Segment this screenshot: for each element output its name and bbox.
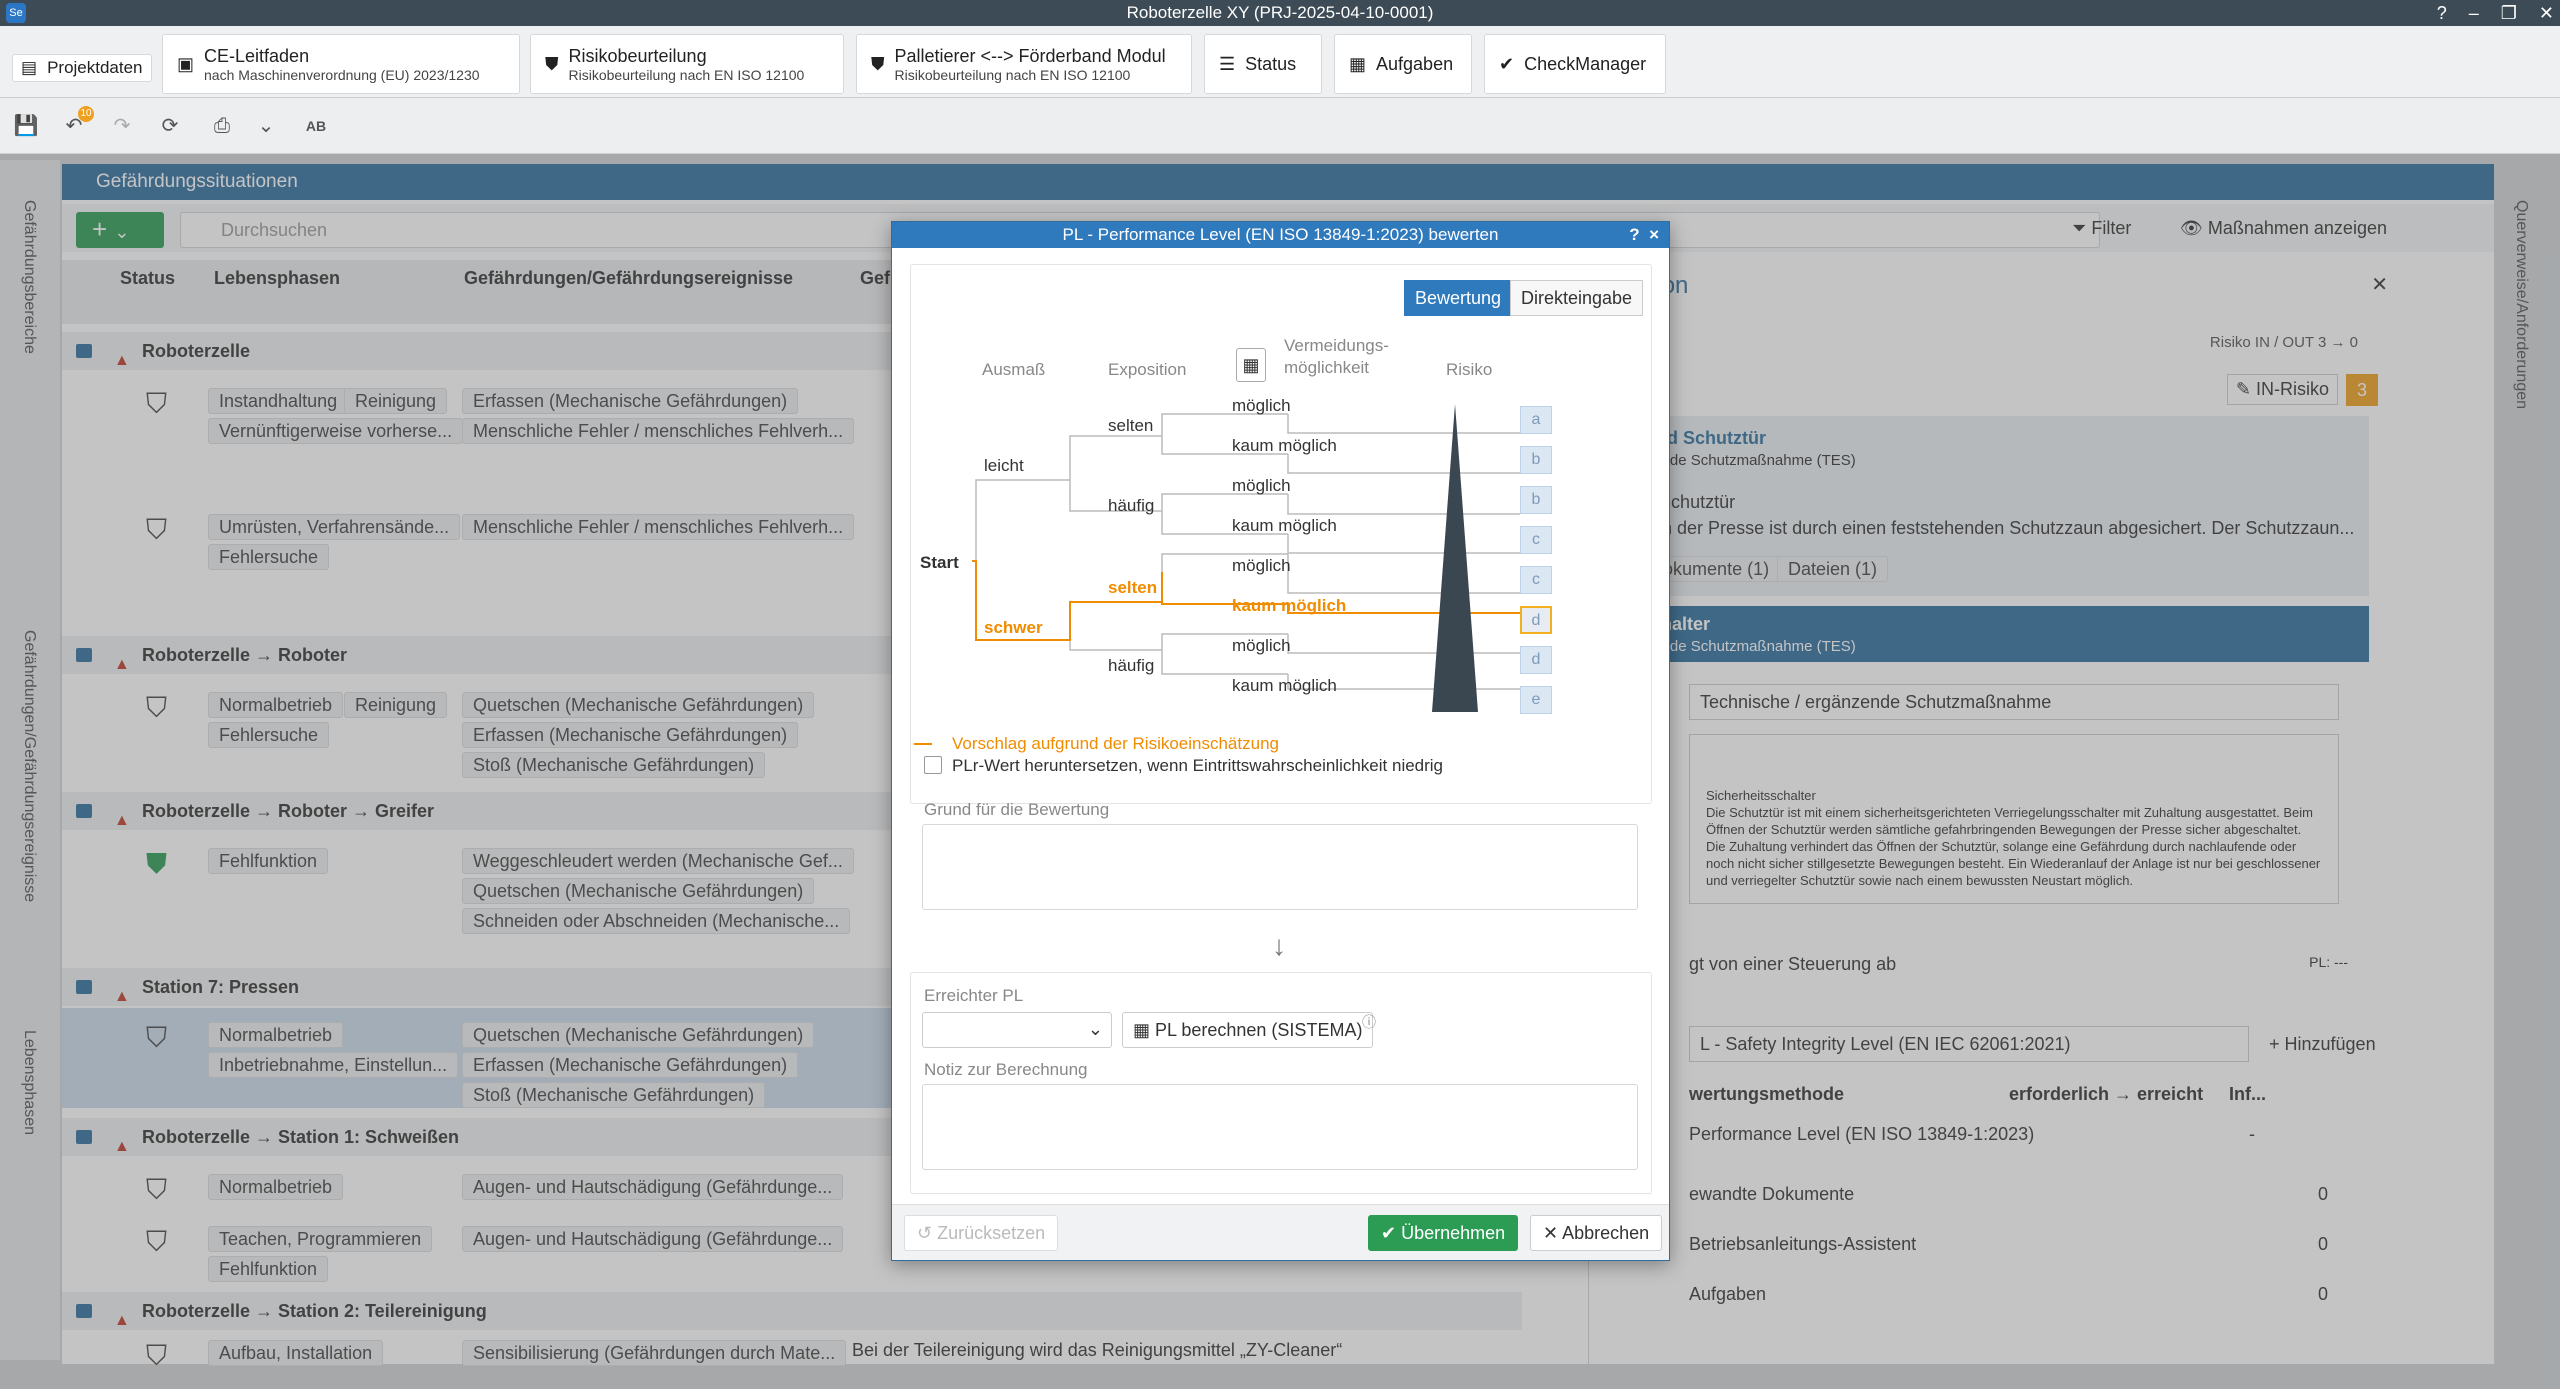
level-box: c	[1520, 526, 1552, 554]
tab-label: Status	[1245, 53, 1297, 74]
tab-risikobeurteilung[interactable]: ⛊ Risikobeurteilung Risikobeurteilung nach…	[530, 34, 844, 94]
option-selten[interactable]: selten	[1108, 416, 1153, 436]
tab-label: Palletierer <--> Förderband Modul	[894, 45, 1166, 66]
pl-dialog: PL - Performance Level (EN ISO 13849-1:2…	[891, 221, 1670, 1261]
calc-pl-button[interactable]: ▦ PL berechnen (SISTEMA)	[1122, 1012, 1374, 1048]
arrow-down-icon: ↓	[1272, 930, 1286, 961]
spellcheck-icon[interactable]: AB	[300, 110, 332, 142]
option-leicht[interactable]: leicht	[984, 456, 1024, 476]
tab-sublabel: nach Maschinenverordnung (EU) 2023/1230	[204, 66, 480, 83]
tab-checkmanager[interactable]: ✔ CheckManager	[1484, 34, 1666, 94]
close-icon[interactable]: ✕	[2539, 0, 2554, 26]
level-box: b	[1520, 486, 1552, 514]
tab-bar: ▤ Projektdaten ▣ CE-Leitfaden nach Maschine…	[0, 26, 2560, 98]
tab-label: CE-Leitfaden	[204, 45, 310, 66]
tab-ce-leitfaden[interactable]: ▣ CE-Leitfaden nach Maschinenverordnung (E…	[162, 34, 520, 94]
book-icon: ▣	[177, 53, 195, 74]
list-icon: ☰	[1219, 53, 1236, 74]
main-toolbar: 💾 ↶ 10 ↷ ⟳ ⎙ ⌄ AB	[0, 98, 2560, 154]
legend-text: Vorschlag aufgrund der Risikoeinschätzun…	[952, 734, 1279, 753]
tab-projektdaten[interactable]: ▤ Projektdaten	[12, 54, 152, 82]
dialog-footer: ↺ Zurücksetzen ✔ Übernehmen ✕ Abbrechen	[892, 1204, 1669, 1260]
option-moeglich[interactable]: möglich	[1232, 636, 1291, 656]
reason-label: Grund für die Bewertung	[924, 800, 1110, 819]
chevron-down-icon[interactable]: ⌄	[250, 110, 282, 142]
tab-sublabel: Risikobeurteilung nach EN ISO 12100	[568, 66, 805, 83]
achieved-label: Erreichter PL	[924, 986, 1024, 1005]
shield-icon: ⛊	[871, 53, 885, 74]
tab-aufgaben[interactable]: ▦ Aufgaben	[1334, 34, 1472, 94]
minimize-icon[interactable]: –	[2469, 0, 2479, 26]
chevron-down-icon: ⌄	[1087, 1019, 1103, 1039]
calc-pl-label: PL berechnen (SISTEMA)	[1155, 1020, 1363, 1040]
level-box-selected: d	[1520, 606, 1552, 634]
lower-plr-checkbox[interactable]	[924, 756, 942, 774]
app-logo: Se	[6, 3, 26, 23]
note-field[interactable]	[922, 1084, 1638, 1170]
document-icon: ▤	[21, 58, 38, 77]
option-kaum-selected[interactable]: kaum möglich	[1232, 596, 1346, 616]
undo-count-badge: 10	[78, 106, 94, 122]
note-label: Notiz zur Berechnung	[924, 1060, 1088, 1079]
option-schwer[interactable]: schwer	[984, 618, 1043, 638]
lower-plr-label: PLr-Wert heruntersetzen, wenn Eintrittsw…	[952, 756, 1444, 775]
tab-status[interactable]: ☰ Status	[1204, 34, 1322, 94]
reason-field[interactable]	[922, 824, 1638, 910]
info-icon[interactable]: ⓘ	[1362, 1012, 1376, 1032]
level-box: a	[1520, 406, 1552, 434]
maximize-icon[interactable]: ❐	[2501, 0, 2517, 26]
cancel-button[interactable]: ✕ Abbrechen	[1530, 1215, 1663, 1251]
tab-label: CheckManager	[1524, 53, 1647, 74]
apply-button[interactable]: ✔ Übernehmen	[1368, 1215, 1519, 1251]
title-bar: Se Roboterzelle XY (PRJ-2025-04-10-0001)…	[0, 0, 2560, 26]
help-icon[interactable]: ?	[2437, 0, 2447, 26]
apply-label: Übernehmen	[1401, 1223, 1506, 1243]
tab-palletierer[interactable]: ⛊ Palletierer <--> Förderband Modul Risiko…	[856, 34, 1192, 94]
save-icon[interactable]: 💾	[10, 110, 42, 142]
refresh-icon[interactable]: ⟳	[154, 110, 186, 142]
option-moeglich[interactable]: möglich	[1232, 396, 1291, 416]
option-haeufig[interactable]: häufig	[1108, 656, 1154, 676]
check-icon: ✔	[1499, 53, 1515, 74]
tab-label: Aufgaben	[1376, 53, 1454, 74]
calendar-icon: ▦	[1349, 53, 1367, 74]
option-moeglich[interactable]: möglich	[1232, 556, 1291, 576]
level-box: c	[1520, 566, 1552, 594]
level-box: b	[1520, 446, 1552, 474]
achieved-pl-select[interactable]: ⌄	[922, 1012, 1112, 1048]
option-kaum[interactable]: kaum möglich	[1232, 516, 1337, 536]
option-haeufig[interactable]: häufig	[1108, 496, 1154, 516]
option-moeglich[interactable]: möglich	[1232, 476, 1291, 496]
tab-sublabel: Risikobeurteilung nach EN ISO 12100	[894, 66, 1131, 83]
level-box: e	[1520, 686, 1552, 714]
reset-label: Zurücksetzen	[937, 1223, 1046, 1243]
calculator-icon: ▦	[1133, 1020, 1156, 1040]
level-box: d	[1520, 646, 1552, 674]
tab-label: Risikobeurteilung	[568, 45, 707, 66]
start-label: Start	[920, 553, 959, 572]
option-kaum[interactable]: kaum möglich	[1232, 676, 1337, 696]
reset-button[interactable]: ↺ Zurücksetzen	[904, 1215, 1059, 1251]
print-icon[interactable]: ⎙	[206, 110, 238, 142]
redo-icon[interactable]: ↷	[106, 110, 138, 142]
window-title: Roboterzelle XY (PRJ-2025-04-10-0001)	[1126, 3, 1434, 22]
cancel-label: Abbrechen	[1562, 1223, 1650, 1243]
shield-icon: ⛊	[545, 53, 559, 74]
option-selten-selected[interactable]: selten	[1108, 578, 1157, 598]
option-kaum[interactable]: kaum möglich	[1232, 436, 1337, 456]
tab-label: Projektdaten	[47, 58, 143, 77]
